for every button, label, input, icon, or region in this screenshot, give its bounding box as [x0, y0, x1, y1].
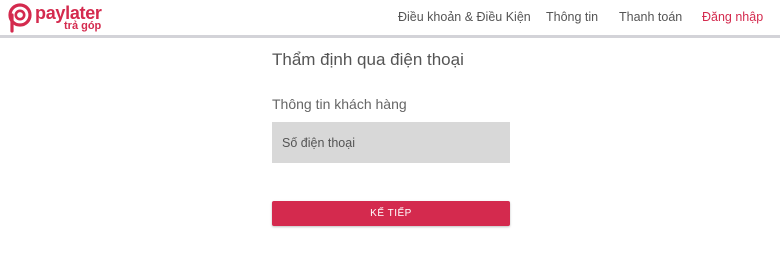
- nav-item-terms[interactable]: Điều khoản & Điều Kiện: [398, 10, 531, 24]
- nav-item-info[interactable]: Thông tin: [546, 10, 598, 24]
- paylater-logo-icon: [8, 3, 32, 33]
- brand-tagline: trả góp: [64, 20, 102, 32]
- top-navbar: paylater trả góp Điều khoản & Điều Kiện …: [0, 0, 780, 38]
- brand-logo[interactable]: paylater trả góp: [8, 3, 118, 33]
- customer-info-heading: Thông tin khách hàng: [272, 96, 407, 112]
- nav-item-login[interactable]: Đăng nhập: [702, 10, 763, 24]
- page-title: Thẩm định qua điện thoại: [272, 50, 464, 69]
- nav-item-payment[interactable]: Thanh toán: [619, 10, 682, 24]
- next-button[interactable]: KẾ TIẾP: [272, 201, 510, 226]
- phone-number-field[interactable]: [272, 122, 510, 163]
